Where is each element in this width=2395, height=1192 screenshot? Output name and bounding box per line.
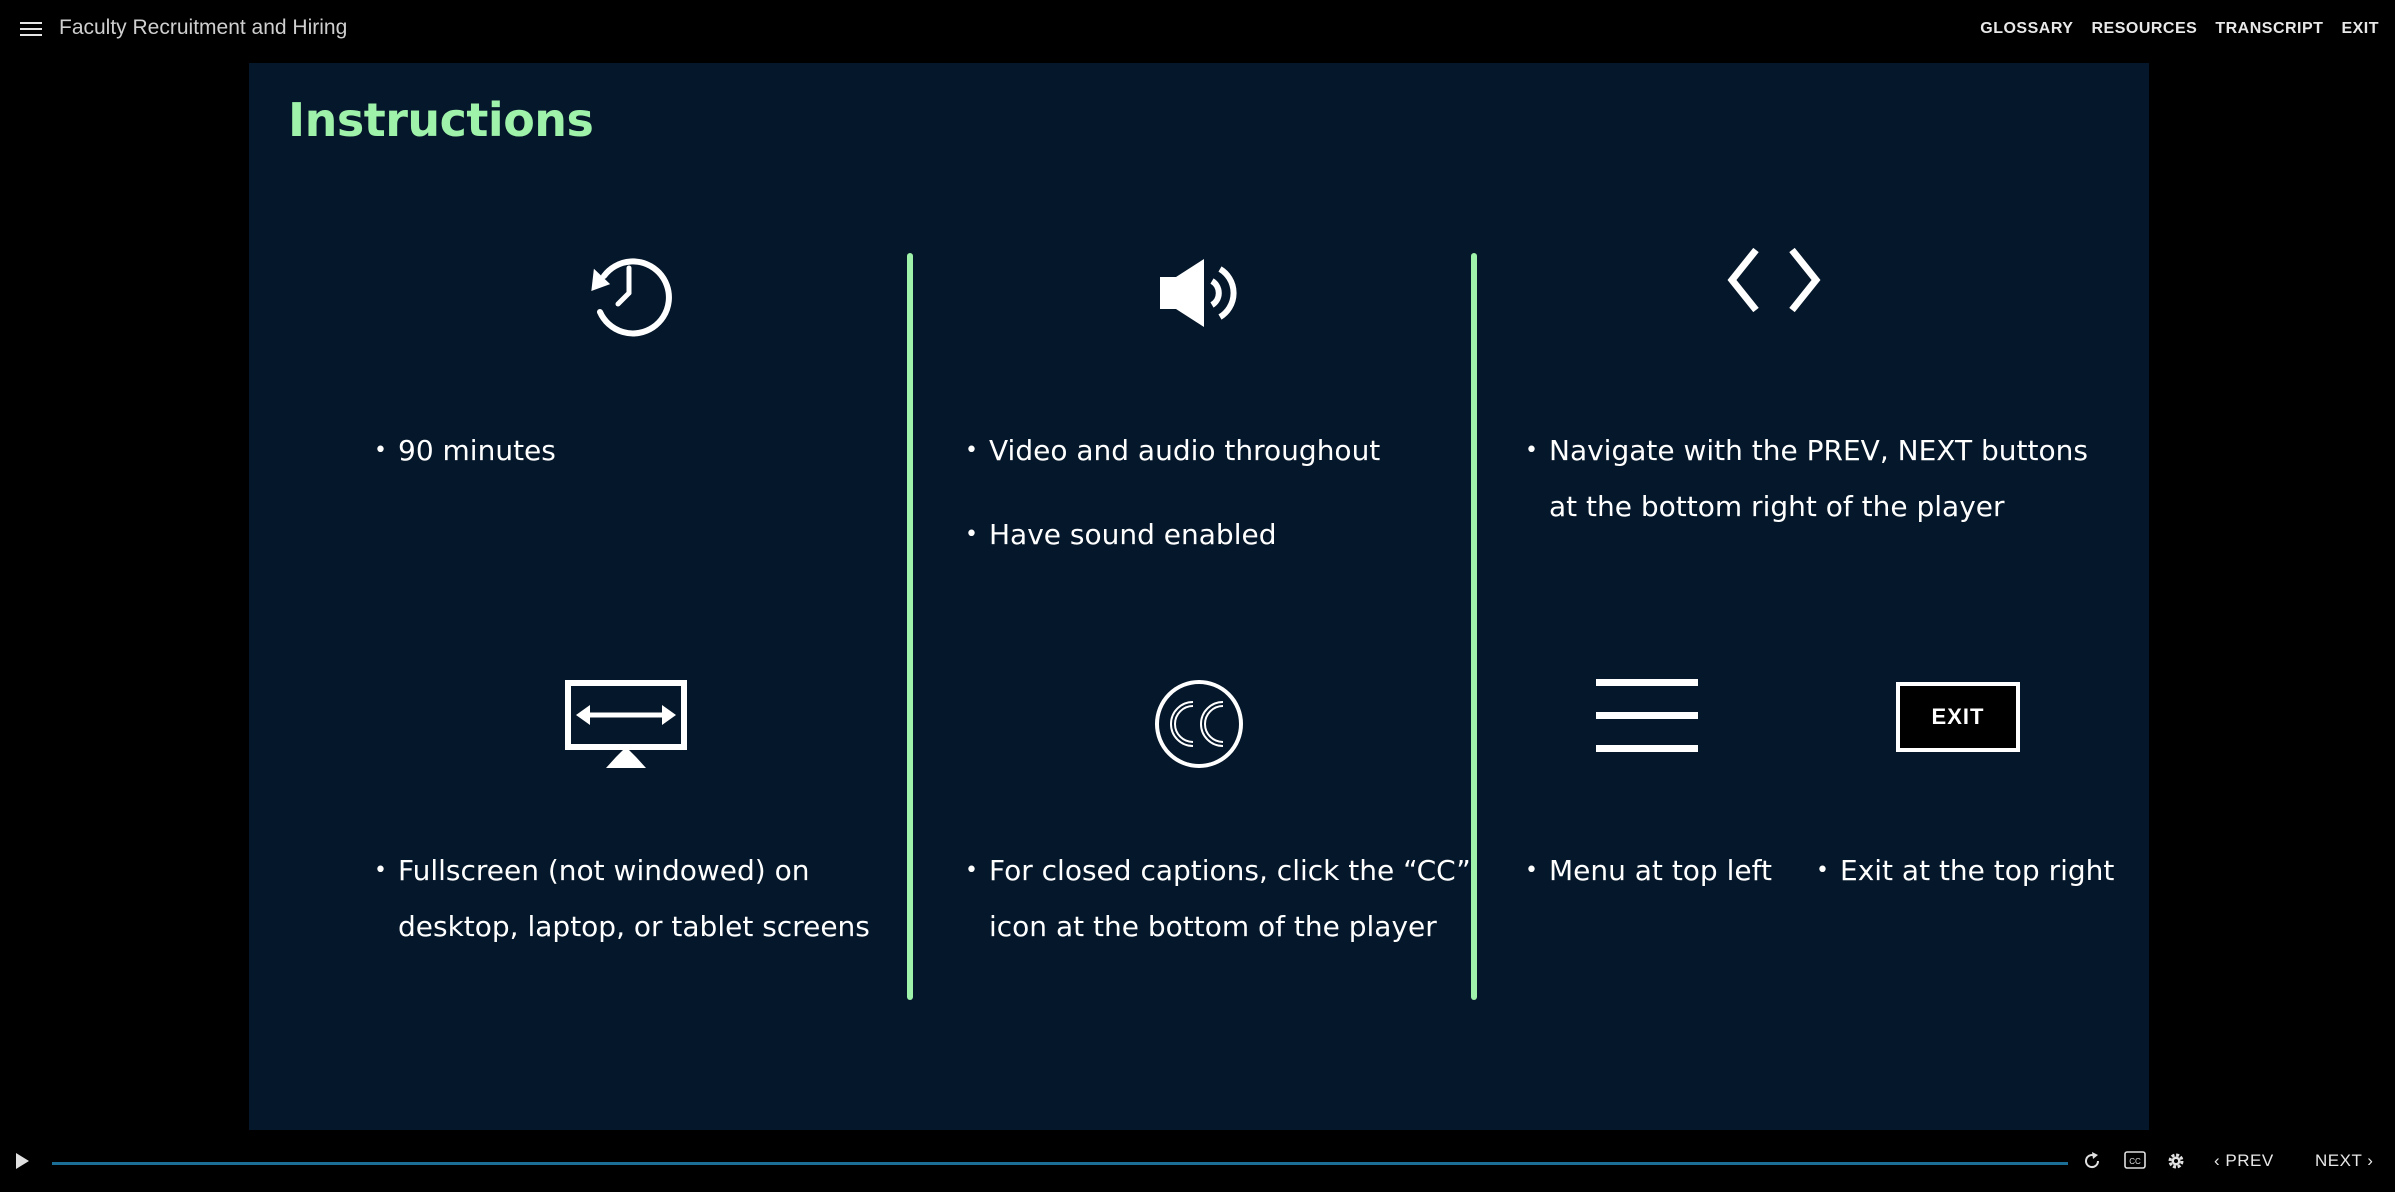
prev-button[interactable]: ‹ PREV <box>2214 1151 2274 1171</box>
exit-link[interactable]: EXIT <box>2341 20 2379 38</box>
monitor-icon <box>565 680 687 768</box>
bullet-fullscreen-line-2: desktop, laptop, or tablet screens <box>398 910 870 943</box>
glossary-link[interactable]: GLOSSARY <box>1980 20 2073 38</box>
bullet-navigation-line-2: at the bottom right of the player <box>1549 490 2005 523</box>
bullet-audio-1: Video and audio throughout <box>965 423 1380 479</box>
bullet-captions: For closed captions, click the “CC” icon… <box>965 843 1471 955</box>
hamburger-menu-icon <box>1596 679 1698 752</box>
progress-bar[interactable] <box>52 1162 2068 1165</box>
bullet-menu: Menu at top left <box>1525 843 1772 899</box>
slide: Instructions 90 minutes Video and audio … <box>249 63 2149 1130</box>
code-arrows-icon <box>1727 247 1821 313</box>
bullet-fullscreen-line-1: Fullscreen (not windowed) on <box>398 854 810 887</box>
column-divider <box>1471 253 1477 1000</box>
slide-title: Instructions <box>288 93 594 147</box>
bullet-audio-2: Have sound enabled <box>965 507 1277 563</box>
transcript-link[interactable]: TRANSCRIPT <box>2215 20 2323 38</box>
bullet-captions-line-1: For closed captions, click the “CC” <box>989 854 1471 887</box>
settings-gear-icon[interactable] <box>2166 1151 2186 1171</box>
bullet-navigation-line-1: Navigate with the PREV, NEXT buttons <box>1549 434 2088 467</box>
bullet-duration: 90 minutes <box>374 423 556 479</box>
speaker-icon <box>1160 259 1237 327</box>
captions-icon[interactable]: CC <box>2124 1151 2146 1169</box>
chevron-right-icon: › <box>2367 1151 2374 1170</box>
course-title: Faculty Recruitment and Hiring <box>59 16 348 39</box>
top-links: GLOSSARY RESOURCES TRANSCRIPT EXIT <box>1980 20 2379 38</box>
menu-button[interactable] <box>20 22 42 40</box>
bullet-navigation: Navigate with the PREV, NEXT buttons at … <box>1525 423 2088 535</box>
bullet-fullscreen: Fullscreen (not windowed) on desktop, la… <box>374 843 870 955</box>
bullet-captions-line-2: icon at the bottom of the player <box>989 910 1437 943</box>
prev-label: PREV <box>2225 1151 2274 1170</box>
replay-icon[interactable] <box>2082 1151 2102 1171</box>
play-icon[interactable] <box>14 1152 30 1170</box>
svg-text:CC: CC <box>2129 1157 2141 1166</box>
menu-line <box>20 22 42 24</box>
top-bar: Faculty Recruitment and Hiring GLOSSARY … <box>0 0 2395 62</box>
menu-line <box>20 28 42 30</box>
column-divider <box>907 253 913 1000</box>
closed-captions-icon <box>1155 680 1243 768</box>
player-controls: CC ‹ PREV NEXT › <box>0 1130 2395 1192</box>
next-label: NEXT <box>2315 1151 2363 1170</box>
chevron-left-icon: ‹ <box>2214 1151 2221 1170</box>
clock-history-icon <box>591 258 672 337</box>
exit-icon: EXIT <box>1896 682 2020 752</box>
bullet-exit: Exit at the top right <box>1816 843 2114 899</box>
resources-link[interactable]: RESOURCES <box>2091 20 2197 38</box>
menu-line <box>20 34 42 36</box>
next-button[interactable]: NEXT › <box>2315 1151 2373 1171</box>
